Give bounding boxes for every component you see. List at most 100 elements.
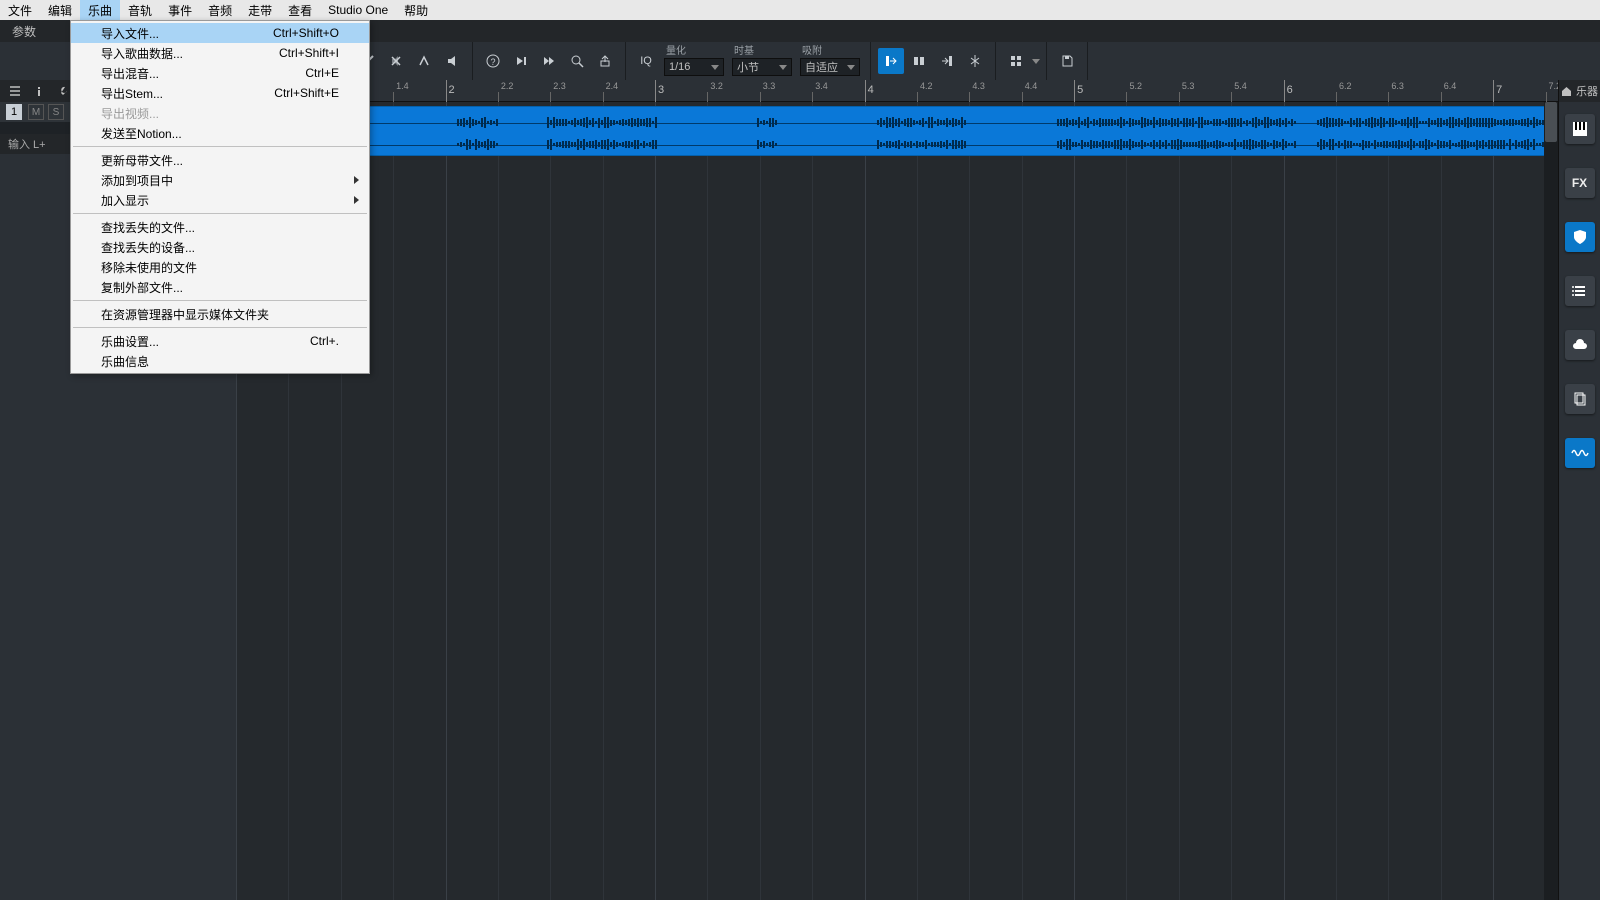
help-icon[interactable]: ? <box>480 48 506 74</box>
quantize-selector[interactable]: 量化 1/16 <box>660 46 728 76</box>
solo-button[interactable]: S <box>48 104 64 120</box>
menu-事件[interactable]: 事件 <box>160 0 200 20</box>
ruler-major: 7 <box>1493 80 1494 102</box>
snap-selector[interactable]: 吸附 自适应 <box>796 46 864 76</box>
scrollbar-thumb[interactable] <box>1545 102 1557 142</box>
menu-item[interactable]: 乐曲设置...Ctrl+. <box>71 331 369 351</box>
ruler-minor: 2.2 <box>498 92 499 102</box>
chevron-down-icon <box>847 65 855 70</box>
scrollbar-vertical[interactable] <box>1544 102 1558 900</box>
files-icon[interactable] <box>1565 384 1595 414</box>
ruler-minor: 5.2 <box>1126 92 1127 102</box>
iq-label[interactable]: IQ <box>633 48 659 74</box>
menu-item[interactable]: 导出混音...Ctrl+E <box>71 63 369 83</box>
ruler-major: 2 <box>446 80 447 102</box>
menu-帮助[interactable]: 帮助 <box>396 0 436 20</box>
chevron-down-icon[interactable] <box>1032 59 1040 64</box>
menu-音频[interactable]: 音频 <box>200 0 240 20</box>
menu-音轨[interactable]: 音轨 <box>120 0 160 20</box>
ruler-major: 4 <box>865 80 866 102</box>
snap-start-icon[interactable] <box>878 48 904 74</box>
menu-查看[interactable]: 查看 <box>280 0 320 20</box>
cloud-icon[interactable] <box>1565 330 1595 360</box>
piano-icon[interactable] <box>1565 114 1595 144</box>
ruler-minor: 4.2 <box>917 92 918 102</box>
ruler-major: 3 <box>655 80 656 102</box>
right-panel-label: 乐器 <box>1576 83 1598 99</box>
snap-cursor-icon[interactable] <box>962 48 988 74</box>
svg-text:?: ? <box>490 57 495 67</box>
snap-end-icon[interactable] <box>934 48 960 74</box>
menu-icon[interactable] <box>6 82 24 100</box>
fx-icon[interactable]: FX <box>1565 168 1595 198</box>
menu-separator <box>73 300 367 301</box>
tool-group-snap-opts <box>871 42 996 80</box>
ruler-minor: 3.4 <box>812 92 813 102</box>
ruler-minor: 7.2 <box>1546 92 1547 102</box>
info-icon[interactable] <box>30 82 48 100</box>
song-menu-dropdown: 导入文件...Ctrl+Shift+O导入歌曲数据...Ctrl+Shift+I… <box>70 20 370 374</box>
export-icon[interactable] <box>592 48 618 74</box>
grid <box>236 102 1558 900</box>
menu-走带[interactable]: 走带 <box>240 0 280 20</box>
zoom-icon[interactable] <box>564 48 590 74</box>
menu-separator <box>73 213 367 214</box>
mute-button[interactable]: M <box>28 104 44 120</box>
menu-item[interactable]: 导入文件...Ctrl+Shift+O <box>71 23 369 43</box>
tool-group-quant: IQ 量化 1/16 时基 小节 吸附 自适应 <box>626 42 871 80</box>
ruler-minor: 6.4 <box>1441 92 1442 102</box>
menu-item[interactable]: 更新母带文件... <box>71 150 369 170</box>
menu-separator <box>73 146 367 147</box>
menu-乐曲[interactable]: 乐曲 <box>80 0 120 20</box>
menu-item[interactable]: 在资源管理器中显示媒体文件夹 <box>71 304 369 324</box>
track-number: 1 <box>6 104 22 120</box>
play-ff-icon[interactable] <box>536 48 562 74</box>
shield-icon[interactable] <box>1565 222 1595 252</box>
timebase-selector[interactable]: 时基 小节 <box>728 46 796 76</box>
menu-编辑[interactable]: 编辑 <box>40 0 80 20</box>
menubar: 文件编辑乐曲音轨事件音频走带查看Studio One帮助 <box>0 0 1600 20</box>
menu-item[interactable]: 查找丢失的设备... <box>71 237 369 257</box>
wave-icon[interactable] <box>1565 438 1595 468</box>
menu-item[interactable]: 复制外部文件... <box>71 277 369 297</box>
menu-item: 导出视频... <box>71 103 369 123</box>
grid-view-icon[interactable] <box>1003 48 1029 74</box>
menu-item[interactable]: 添加到项目中 <box>71 170 369 190</box>
ruler-minor: 6.3 <box>1388 92 1389 102</box>
ruler-major: 5 <box>1074 80 1075 102</box>
mute-tool-icon[interactable] <box>383 48 409 74</box>
menu-item[interactable]: 导入歌曲数据...Ctrl+Shift+I <box>71 43 369 63</box>
tool-group-nav: ? <box>473 42 626 80</box>
tool-group-save <box>1047 42 1088 80</box>
audio-clip[interactable] <box>236 106 1548 156</box>
timeline[interactable]: 11.21.31.422.22.32.433.23.33.444.24.34.4… <box>236 80 1558 900</box>
play-next-icon[interactable] <box>508 48 534 74</box>
menu-item[interactable]: 乐曲信息 <box>71 351 369 371</box>
chevron-down-icon <box>779 65 787 70</box>
ruler-minor: 6.2 <box>1336 92 1337 102</box>
home-icon[interactable] <box>1561 86 1572 97</box>
tracks-area[interactable] <box>236 102 1558 900</box>
menu-separator <box>73 327 367 328</box>
menu-item[interactable]: 导出Stem...Ctrl+Shift+E <box>71 83 369 103</box>
ruler-minor: 2.4 <box>603 92 604 102</box>
ruler-major: 6 <box>1284 80 1285 102</box>
menu-Studio One[interactable]: Studio One <box>320 0 396 20</box>
ruler[interactable]: 11.21.31.422.22.32.433.23.33.444.24.34.4… <box>236 80 1558 102</box>
save-icon[interactable] <box>1054 48 1080 74</box>
menu-item[interactable]: 查找丢失的文件... <box>71 217 369 237</box>
ruler-minor: 4.4 <box>1022 92 1023 102</box>
list-icon[interactable] <box>1565 276 1595 306</box>
tool-group-view <box>996 42 1047 80</box>
bend-tool-icon[interactable] <box>411 48 437 74</box>
menu-文件[interactable]: 文件 <box>0 0 40 20</box>
menu-item[interactable]: 发送至Notion... <box>71 123 369 143</box>
ruler-minor: 5.3 <box>1179 92 1180 102</box>
params-label: 参数 <box>0 23 48 40</box>
snap-event-icon[interactable] <box>906 48 932 74</box>
menu-item[interactable]: 加入显示 <box>71 190 369 210</box>
chevron-down-icon <box>711 65 719 70</box>
listen-tool-icon[interactable] <box>439 48 465 74</box>
menu-item[interactable]: 移除未使用的文件 <box>71 257 369 277</box>
ruler-minor: 3.2 <box>707 92 708 102</box>
